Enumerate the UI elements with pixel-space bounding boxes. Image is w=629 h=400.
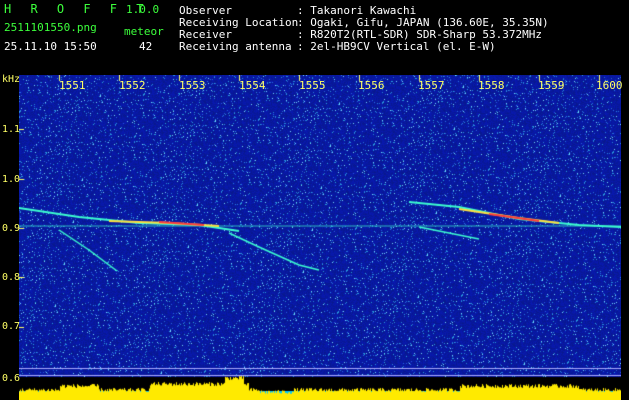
spectrogram [19,75,621,400]
x-tick-label: 1600 [596,79,623,92]
x-tick-label: 1556 [358,79,385,92]
y-tick-label: 0.9 [2,223,21,234]
y-tick-label: 0.7 [2,321,21,332]
x-tick-label: 1557 [418,79,445,92]
y-unit-label: kHz [2,74,21,85]
x-tick-label: 1555 [299,79,326,92]
x-tick-label: 1552 [119,79,146,92]
x-tick-label: 1554 [239,79,266,92]
hrofft-window: { "app": {"name": "H R O F F T", "versio… [0,0,629,400]
antenna-value: : 2el-HB9CV Vertical (el. E-W) [297,40,496,53]
meteor-count: 42 [139,40,153,53]
x-tick-label: 1559 [538,79,565,92]
y-tick-label: 1.1 [2,124,21,135]
y-tick-label: 0.6 [2,373,21,384]
antenna-label: Receiving antenna [179,40,292,53]
counter-label: meteor [124,25,164,38]
x-tick-label: 1553 [179,79,206,92]
y-tick-label: 0.8 [2,272,21,283]
app-version: 1.0.0 [126,3,160,16]
file-name: 2511101550.png [4,21,97,34]
x-tick-label: 1558 [478,79,505,92]
date-time: 25.11.10 15:50 [4,40,97,53]
y-tick-label: 1.0 [2,174,21,185]
x-tick-label: 1551 [59,79,86,92]
